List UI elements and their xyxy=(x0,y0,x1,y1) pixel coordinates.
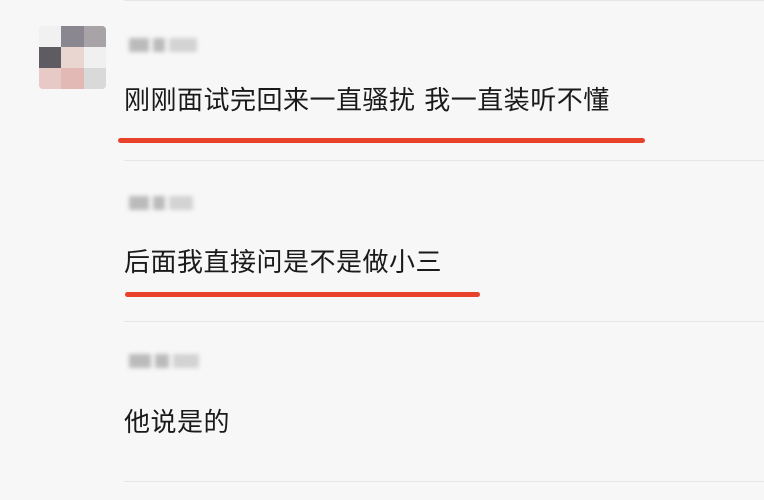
avatar-pixel xyxy=(39,68,61,89)
divider xyxy=(124,481,764,482)
avatar-pixel xyxy=(84,26,106,47)
divider xyxy=(124,321,764,322)
username-blurred[interactable] xyxy=(129,196,197,212)
avatar-pixel xyxy=(61,47,84,68)
highlight-underline xyxy=(125,292,480,297)
message-text: 后面我直接问是不是做小三 xyxy=(124,248,443,278)
avatar-pixel xyxy=(61,26,84,47)
divider xyxy=(124,0,764,1)
message-text: 刚刚面试完回来一直骚扰 我一直装听不懂 xyxy=(124,86,610,116)
avatar-pixel xyxy=(61,68,84,89)
message-text: 他说是的 xyxy=(124,408,231,438)
avatar-pixel xyxy=(39,47,61,68)
avatar-pixel xyxy=(84,47,106,68)
avatar-pixel xyxy=(84,68,106,89)
avatar-pixel xyxy=(39,26,61,47)
avatar[interactable] xyxy=(39,26,106,89)
divider xyxy=(124,160,764,161)
comment-thread: 刚刚面试完回来一直骚扰 我一直装听不懂 后面我直接问是不是做小三 他说是的 xyxy=(0,0,764,500)
username-blurred[interactable] xyxy=(129,38,201,54)
highlight-underline xyxy=(118,138,645,143)
username-blurred[interactable] xyxy=(129,354,203,370)
